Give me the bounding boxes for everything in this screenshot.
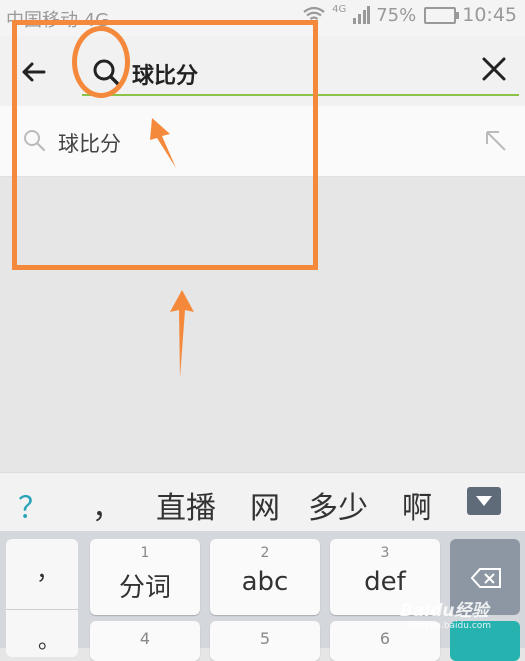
candidate-question[interactable]: ？ xyxy=(18,483,48,527)
key-number: 5 xyxy=(259,629,271,648)
collapse-keyboard-button[interactable] xyxy=(467,487,501,515)
key-label: abc xyxy=(241,567,289,597)
key-2[interactable]: 2 abc xyxy=(210,539,320,615)
key-label: def xyxy=(364,567,406,597)
key-4[interactable]: 4 xyxy=(90,621,200,661)
key-5[interactable]: 5 xyxy=(210,621,320,661)
candidate-how-much[interactable]: 多少 xyxy=(308,483,368,527)
clock: 10:45 xyxy=(462,4,517,26)
key-number: 3 xyxy=(380,545,390,561)
status-right: 4G 75% 10:45 xyxy=(302,4,517,26)
arrow-annotation-icon xyxy=(170,290,194,378)
network-type-label: 4G xyxy=(332,3,347,15)
candidate-live[interactable]: 直播 xyxy=(156,483,216,527)
key-number: 6 xyxy=(379,629,391,648)
signal-icon xyxy=(353,6,371,24)
divider xyxy=(6,609,78,610)
key-1[interactable]: 1 分词 xyxy=(90,539,200,615)
candidate-ah[interactable]: 啊 xyxy=(402,483,432,527)
backspace-icon xyxy=(470,568,501,588)
key-number: 4 xyxy=(139,629,151,648)
battery-icon xyxy=(424,6,460,24)
candidate-bar: ？ ， 直播 网 多少 啊 xyxy=(0,472,525,531)
battery-percent: 75% xyxy=(376,4,417,26)
highlight-circle xyxy=(72,26,130,98)
punct-comma[interactable]: ， xyxy=(36,551,60,586)
candidate-comma[interactable]: ， xyxy=(92,483,122,527)
key-number: 1 xyxy=(140,545,150,561)
close-icon[interactable] xyxy=(481,56,507,82)
punctuation-column[interactable]: ， 。 xyxy=(6,539,78,657)
key-label: 分词 xyxy=(118,573,171,603)
watermark-url: jingyan.baidu.com xyxy=(408,621,492,631)
baidu-watermark: Baidu经验 jingyan.baidu.com xyxy=(400,596,491,631)
fill-query-arrow-icon[interactable] xyxy=(483,128,509,154)
watermark-brand: Baidu经验 xyxy=(400,601,489,621)
arrow-annotation-icon xyxy=(150,118,176,168)
punct-period[interactable]: 。 xyxy=(38,623,60,655)
key-number: 2 xyxy=(260,545,270,561)
candidate-net[interactable]: 网 xyxy=(250,483,280,527)
